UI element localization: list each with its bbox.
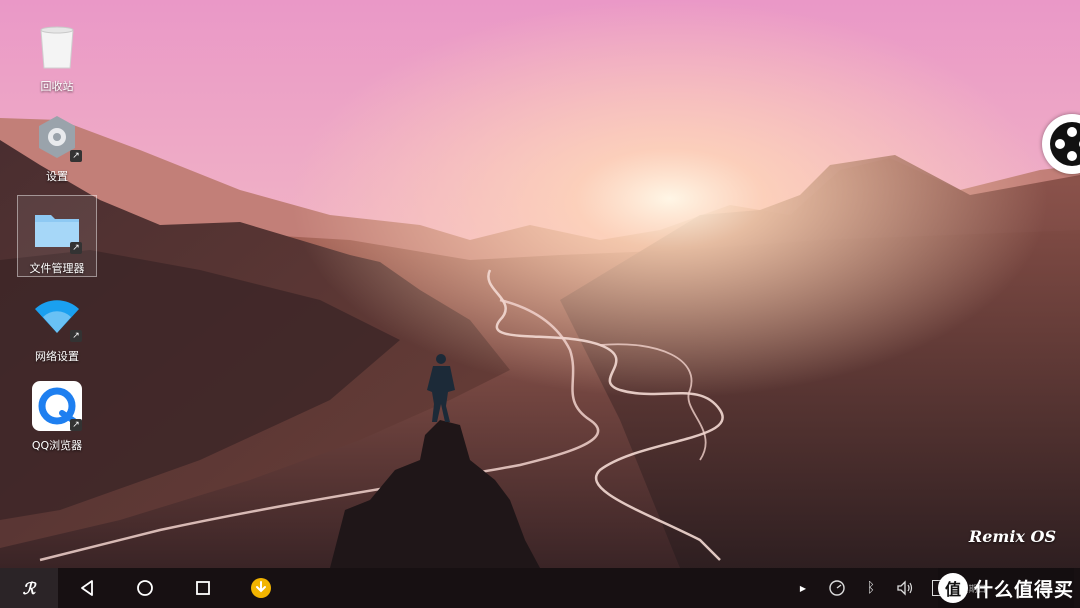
download-notification-button[interactable] [232,568,290,608]
watermark-text: 什么值得买 [973,578,1074,601]
start-button[interactable]: ℛ [0,568,58,608]
desktop-icon-settings[interactable]: ↗ 设置 [17,104,97,186]
folder-icon: ↗ [30,202,84,256]
home-button[interactable] [116,568,174,608]
bluetooth-icon: ᛒ [866,580,876,596]
recent-apps-button[interactable] [174,568,232,608]
shortcut-arrow-icon: ↗ [70,419,82,431]
watermark-badge: 值 [937,573,968,603]
shortcut-arrow-icon: ↗ [70,330,82,342]
tray-expand-button[interactable]: ▶ [786,568,820,608]
remix-os-logo: Remix OS [968,527,1056,546]
volume-icon [897,580,913,596]
desktop-icon-label: 文件管理器 [29,262,85,275]
desktop-icon-recycle-bin[interactable]: 回收站 [17,14,97,96]
gamepad-float-button[interactable] [1042,114,1080,174]
home-circle-icon [137,580,153,596]
wifi-icon: ↗ [30,290,84,344]
back-button[interactable] [58,568,116,608]
back-triangle-icon [81,580,93,596]
trash-icon [30,20,84,74]
download-icon [251,578,271,598]
desktop-icon-qq-browser[interactable]: ↗ QQ浏览器 [17,373,97,455]
desktop-icon-label: QQ浏览器 [31,439,83,452]
recent-square-icon [196,581,210,595]
tray-performance-button[interactable] [820,568,854,608]
desktop-icon-label: 回收站 [40,80,74,93]
desktop-icon-label: 设置 [46,170,68,183]
speedometer-icon [829,580,845,596]
desktop-icon-label: 网络设置 [35,350,79,363]
desktop-icon-network-settings[interactable]: ↗ 网络设置 [17,284,97,366]
taskbar: ℛ ▶ ᛒ 星期日 值 什么值得买 [0,568,1080,608]
watermark: 值 什么值得买 [937,568,1074,608]
shortcut-arrow-icon: ↗ [70,150,82,162]
tray-bluetooth-button[interactable]: ᛒ [854,568,888,608]
tray-volume-button[interactable] [888,568,922,608]
desktop-icon-file-manager[interactable]: ↗ 文件管理器 [17,195,97,277]
desktop-wallpaper [0,0,1080,568]
chevron-right-icon: ▶ [799,583,807,593]
shortcut-arrow-icon: ↗ [70,242,82,254]
remix-start-icon: ℛ [22,578,36,598]
gear-icon: ↗ [30,110,84,164]
browser-icon: ↗ [30,379,84,433]
gamepad-icon [1050,122,1080,166]
